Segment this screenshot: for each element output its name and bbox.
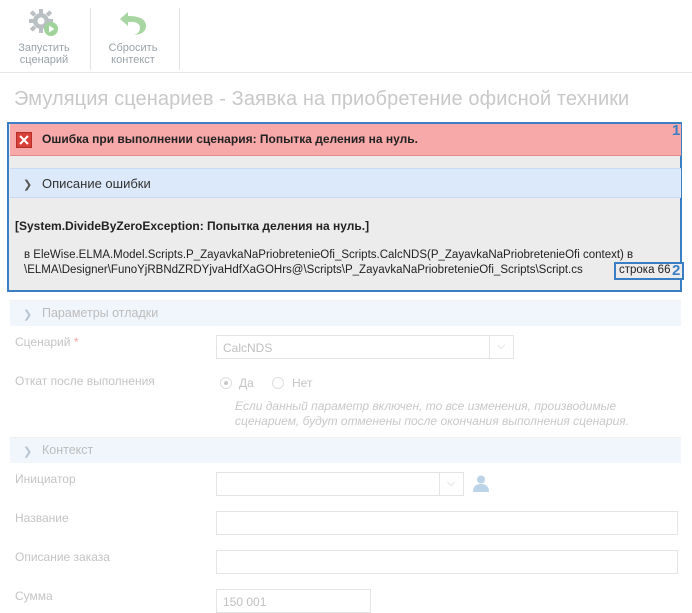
chevron-down-icon: ❯ (23, 179, 33, 191)
error-description-label: Описание ошибки (42, 176, 151, 191)
toolbar-divider (179, 8, 180, 70)
required-mark: * (73, 335, 79, 349)
name-input[interactable] (216, 511, 678, 535)
context-section-label: Контекст (42, 443, 94, 457)
rollback-hint-line1: Если данный параметр включен, то все изм… (235, 399, 617, 413)
chevron-down-icon: ⌵ (497, 340, 506, 352)
chevron-down-icon: ⌵ (447, 477, 456, 489)
debug-section-header[interactable]: ❯ Параметры отладки (10, 300, 681, 326)
user-icon[interactable] (472, 474, 490, 492)
rollback-label: Откат после выполнения (15, 374, 155, 388)
rollback-yes-radio[interactable] (220, 377, 232, 389)
stack-trace-path: \ELMA\Designer\FunoYjRBNdZRDYjvaHdfXaGOH… (24, 264, 583, 276)
run-scenario-button[interactable]: Запустить сценарий (4, 6, 84, 66)
undo-arrow-icon (120, 12, 146, 35)
reset-context-button[interactable]: Сбросить контекст (93, 6, 173, 66)
rollback-yes-label: Да (239, 376, 254, 390)
sum-input[interactable]: 150 001 (216, 589, 371, 613)
scenario-value: CalcNDS (223, 341, 273, 355)
rollback-no-label: Нет (292, 376, 313, 390)
page-title: Эмуляция сценариев - Заявка на приобрете… (14, 88, 630, 110)
toolbar: Запустить сценарий Сбросить контекст (0, 0, 692, 73)
gear-play-icon (29, 9, 58, 36)
chevron-down-icon: ❯ (23, 309, 33, 321)
dropdown-arrow[interactable]: ⌵ (439, 473, 464, 495)
toolbar-divider (90, 8, 91, 70)
annotation-number-1: 1 (672, 122, 681, 139)
run-scenario-label: Запустить сценарий (18, 42, 70, 66)
error-icon[interactable] (16, 132, 32, 148)
dropdown-arrow[interactable]: ⌵ (489, 336, 514, 358)
error-description-toggle[interactable]: ❯ Описание ошибки (10, 168, 681, 198)
context-section-header[interactable]: ❯ Контекст (10, 437, 681, 463)
sum-value: 150 001 (223, 595, 267, 609)
initiator-label: Инициатор (15, 472, 76, 486)
scenario-label-text: Сценарий (15, 335, 71, 349)
scenario-label: Сценарий * (15, 335, 78, 349)
exception-title: [System.DivideByZeroException: Попытка д… (15, 219, 370, 233)
sum-label: Сумма (15, 589, 53, 603)
error-message: Ошибка при выполнении сценария: Попытка … (42, 132, 418, 146)
rollback-hint-line2: сценарием, будут отменены после окончани… (235, 414, 630, 428)
reset-context-label: Сбросить контекст (108, 42, 158, 66)
initiator-select[interactable]: ⌵ (216, 472, 464, 496)
order-description-label: Описание заказа (15, 550, 110, 564)
rollback-no-radio[interactable] (272, 377, 284, 389)
annotation-number-2: 2 (672, 262, 681, 279)
name-label: Название (15, 511, 69, 525)
stack-trace-line: в EleWise.ELMA.Model.Scripts.P_ZayavkaNa… (24, 249, 634, 261)
order-description-input[interactable] (216, 550, 678, 574)
line-reference: строка 66 (619, 264, 671, 276)
debug-section-label: Параметры отладки (42, 306, 159, 320)
scenario-select[interactable]: CalcNDS ⌵ (216, 335, 514, 359)
error-banner: Ошибка при выполнении сценария: Попытка … (10, 124, 681, 156)
chevron-down-icon: ❯ (23, 446, 33, 458)
